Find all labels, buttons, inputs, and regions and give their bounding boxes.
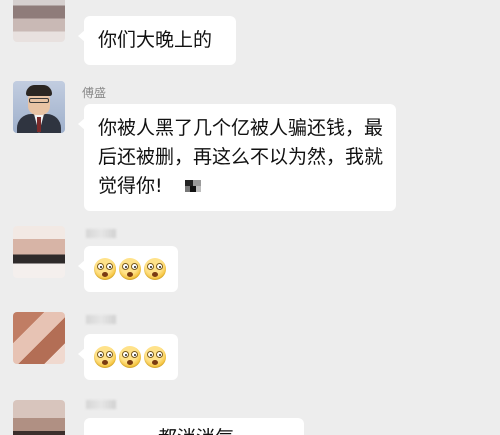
avatar[interactable] (13, 0, 65, 42)
emoji-row (94, 344, 168, 370)
message-bubble[interactable]: 都消消气 (84, 418, 304, 435)
message-bubble[interactable] (78, 334, 178, 380)
message-text: 你们大晚上的 (98, 29, 213, 51)
sender-name-blurred (86, 400, 116, 409)
shocked-face-icon (94, 258, 116, 280)
shocked-face-icon (119, 258, 141, 280)
shocked-face-icon (144, 346, 166, 368)
shocked-face-icon (144, 258, 166, 280)
avatar[interactable] (13, 81, 65, 133)
message-line: 后还被删，再这么不以为然，我就 (98, 146, 384, 168)
message-text: 都消消气 (158, 427, 234, 435)
message-bubble[interactable]: 你被人黑了几个亿被人骗还钱，最 后还被删，再这么不以为然，我就 觉得你! (78, 104, 396, 211)
shocked-face-icon (119, 346, 141, 368)
shocked-face-icon (94, 346, 116, 368)
avatar[interactable] (13, 312, 65, 364)
message-bubble[interactable] (78, 246, 178, 292)
message-line: 你被人黑了几个亿被人骗还钱，最 (98, 117, 384, 139)
image-mosaic (185, 180, 201, 192)
message-bubble[interactable]: 你们大晚上的 (78, 16, 236, 65)
sender-name-blurred (86, 315, 116, 324)
emoji-row (94, 256, 168, 282)
sender-name-blurred (86, 229, 116, 238)
avatar[interactable] (13, 226, 65, 278)
sender-name: 傅盛 (82, 86, 107, 100)
message-line: 觉得你! (98, 175, 163, 197)
avatar[interactable] (13, 400, 65, 435)
